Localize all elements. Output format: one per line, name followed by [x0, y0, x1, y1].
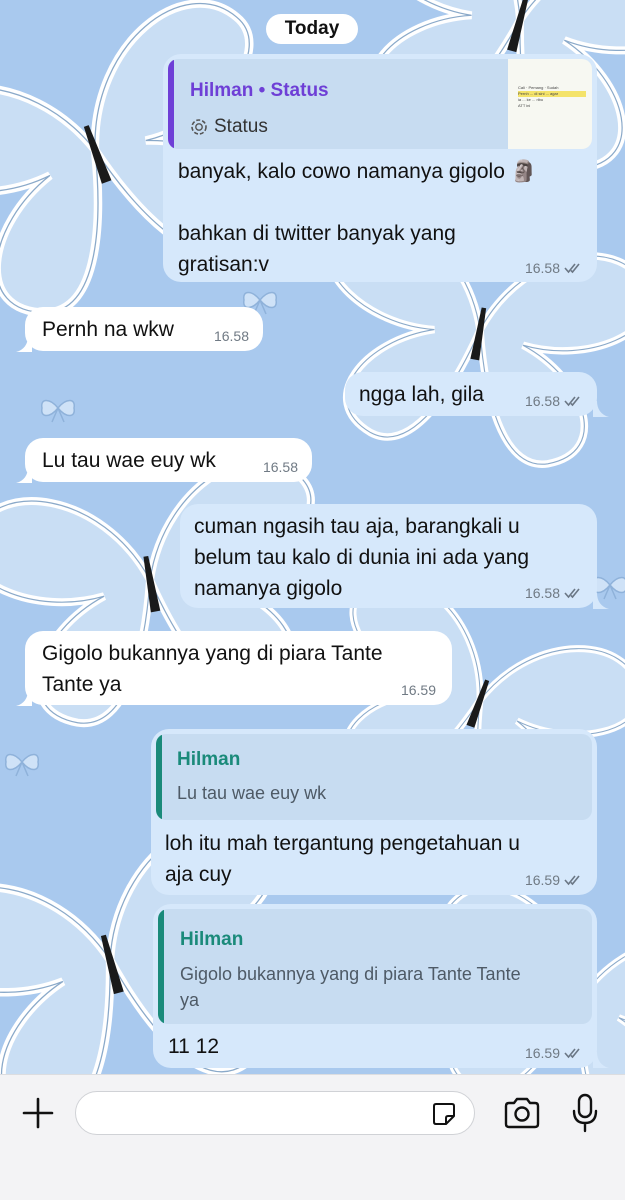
message-composer	[0, 1074, 625, 1200]
message-meta: 16.58	[525, 585, 583, 601]
reply-quote[interactable]: Hilman Gigolo bukannya yang di piara Tan…	[158, 909, 592, 1024]
quote-text: Lu tau wae euy wk	[177, 783, 327, 803]
quote-accent-bar	[156, 734, 162, 820]
message-meta: 16.58	[525, 393, 583, 409]
message-time: 16.59	[524, 1045, 560, 1061]
quote-text: ya	[180, 990, 200, 1010]
message-meta: 16.59	[525, 1045, 583, 1061]
message-text: cuman ngasih tau aja, barangkali u	[194, 515, 520, 538]
bubble-tail	[593, 401, 609, 417]
message-bubble-incoming[interactable]: Gigolo bukannya yang di piara Tante Tant…	[25, 631, 452, 705]
message-bubble-outgoing[interactable]: Hilman Gigolo bukannya yang di piara Tan…	[153, 904, 597, 1068]
message-meta: 16.59	[401, 682, 436, 698]
bubble-tail	[16, 690, 32, 706]
plus-icon	[22, 1097, 54, 1129]
reply-quote[interactable]: Hilman Lu tau wae euy wk	[156, 734, 592, 820]
message-text: banyak, kalo cowo namanya gigolo 🗿	[178, 160, 537, 183]
microphone-icon	[572, 1093, 598, 1133]
message-input-field[interactable]	[75, 1091, 475, 1135]
bubble-tail	[16, 336, 32, 352]
status-ring-icon	[191, 118, 207, 135]
sticker-icon	[433, 1103, 455, 1125]
message-text: Lu tau wae euy wk	[42, 449, 216, 472]
double-check-icon	[564, 263, 580, 274]
camera-icon	[504, 1097, 540, 1129]
message-bubble-incoming[interactable]: Lu tau wae euy wk 16.58	[25, 438, 312, 482]
message-time: 16.59	[524, 872, 560, 888]
message-text: ngga lah, gila	[359, 383, 484, 406]
double-check-icon	[564, 1048, 580, 1059]
quote-accent-bar	[168, 59, 174, 149]
message-bubble-outgoing[interactable]: ngga lah, gila 16.58	[345, 372, 597, 416]
message-text: Tante ya	[42, 673, 122, 696]
status-reply-quote[interactable]: Hilman • Status Status Cali · Pemang · S…	[168, 59, 592, 149]
status-label-row: Status	[190, 111, 268, 142]
message-meta: 16.59	[525, 872, 583, 888]
message-text: Gigolo bukannya yang di piara Tante	[42, 642, 383, 665]
bubble-tail	[593, 593, 609, 609]
message-time: 16.58	[213, 328, 249, 344]
message-text: Pernh na wkw	[42, 318, 174, 341]
bubble-tail	[16, 467, 32, 483]
quote-text: Gigolo bukannya yang di piara Tante Tant…	[180, 964, 521, 984]
quote-author: Hilman • Status	[190, 80, 329, 101]
message-time: 16.58	[524, 260, 560, 276]
message-text: aja cuy	[165, 863, 232, 886]
quote-accent-bar	[158, 909, 164, 1024]
sticker-button[interactable]	[430, 1100, 458, 1128]
message-text: 11 12	[168, 1035, 219, 1058]
message-text: loh itu mah tergantung pengetahuan u	[165, 832, 520, 855]
bubble-tail	[593, 1052, 609, 1068]
message-text: namanya gigolo	[194, 577, 343, 600]
attach-button[interactable]	[20, 1095, 56, 1131]
status-label: Status	[214, 116, 268, 137]
message-time: 16.58	[524, 393, 560, 409]
message-bubble-outgoing[interactable]: Hilman Lu tau wae euy wk loh itu mah ter…	[151, 729, 597, 895]
message-text: gratisan:v	[178, 253, 270, 276]
double-check-icon	[564, 396, 580, 407]
message-bubble-incoming[interactable]: Pernh na wkw 16.58	[25, 307, 263, 351]
message-text: bahkan di twitter banyak yang	[178, 222, 456, 245]
double-check-icon	[564, 875, 580, 886]
message-time: 16.58	[524, 585, 560, 601]
message-meta: 16.58	[263, 459, 298, 475]
message-input[interactable]	[92, 1101, 422, 1127]
date-separator: Today	[266, 14, 358, 44]
quote-author: Hilman	[180, 929, 244, 950]
message-time: 16.59	[400, 682, 436, 698]
status-thumbnail: Cali · Pemang · Sudah Pernh ... di sini …	[508, 59, 592, 149]
voice-button[interactable]	[566, 1091, 604, 1135]
camera-button[interactable]	[502, 1093, 542, 1133]
message-bubble-outgoing[interactable]: cuman ngasih tau aja, barangkali u belum…	[180, 504, 597, 608]
message-time: 16.58	[262, 459, 298, 475]
quote-author: Hilman	[177, 749, 241, 770]
message-bubble-outgoing[interactable]: Hilman • Status Status Cali · Pemang · S…	[163, 54, 597, 282]
message-meta: 16.58	[525, 260, 583, 276]
double-check-icon	[564, 588, 580, 599]
message-meta: 16.58	[214, 328, 249, 344]
message-text: belum tau kalo di dunia ini ada yang	[194, 546, 530, 569]
